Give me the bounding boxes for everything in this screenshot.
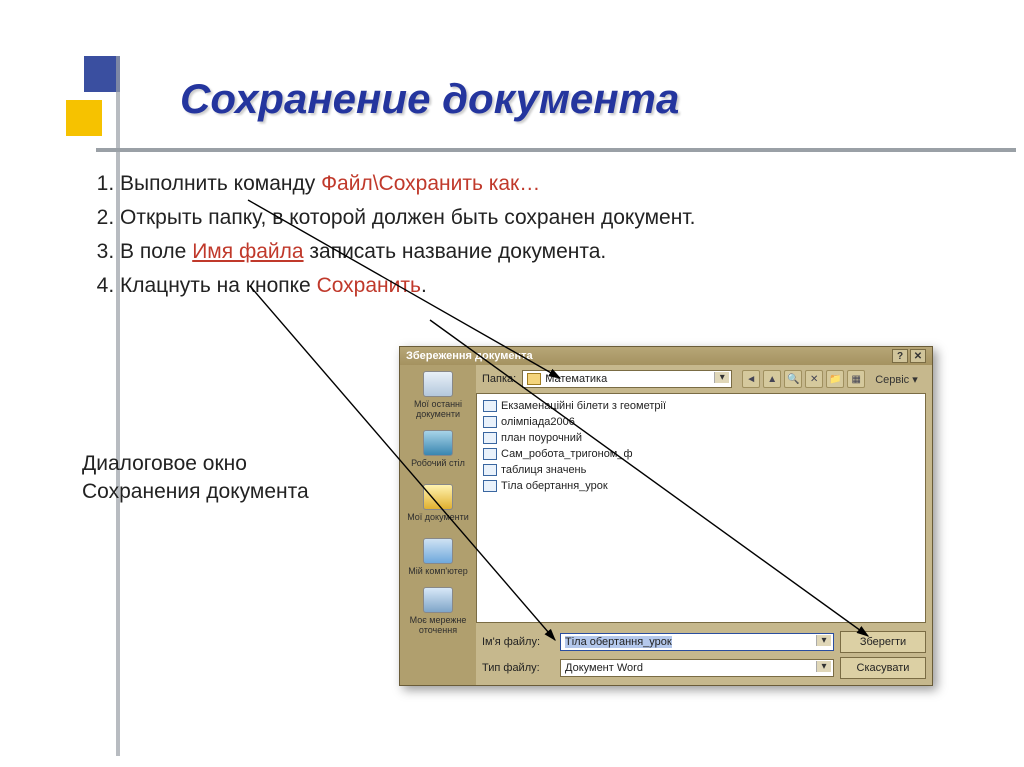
slide-decoration [36, 56, 126, 146]
desktop-icon [423, 430, 453, 456]
network-icon [423, 587, 453, 613]
filetype-label: Тип файлу: [482, 662, 554, 674]
filetype-combo[interactable]: Документ Word [560, 659, 834, 677]
dialog-bottom: Ім'я файлу: Тіла обертання_урок Зберегти… [476, 627, 932, 685]
filename-label: Ім'я файлу: [482, 636, 554, 648]
search-icon[interactable]: 🔍 [784, 370, 802, 388]
tools-menu[interactable]: Сервіс ▾ [875, 373, 918, 386]
recent-icon [423, 371, 453, 397]
word-doc-icon [483, 416, 497, 428]
folder-label: Папка: [482, 373, 516, 385]
list-item[interactable]: Сам_робота_тригоном_ф [483, 446, 919, 462]
list-item[interactable]: олімпіада2006 [483, 414, 919, 430]
dialog-toolbar: Папка: Математика ◄ ▲ 🔍 ✕ 📁 ▦ Сервіс ▾ [476, 365, 932, 393]
step-1: Выполнить команду Файл\Сохранить как… [120, 172, 900, 196]
cancel-button[interactable]: Скасувати [840, 657, 926, 679]
new-folder-icon[interactable]: 📁 [826, 370, 844, 388]
dialog-titlebar: Збереження документа ? ✕ [400, 347, 932, 365]
list-item[interactable]: план поурочний [483, 430, 919, 446]
computer-icon [423, 538, 453, 564]
slide-title: Сохранение документа [180, 75, 679, 123]
step-3: В поле Имя файла записать название докум… [120, 240, 900, 264]
up-icon[interactable]: ▲ [763, 370, 781, 388]
save-dialog: Збереження документа ? ✕ Мої останні док… [399, 346, 933, 686]
sidebar-item-desktop[interactable]: Робочий стіл [404, 423, 472, 475]
list-item[interactable]: Екзаменаційні білети з геометрії [483, 398, 919, 414]
places-sidebar: Мої останні документи Робочий стіл Мої д… [400, 365, 476, 685]
sidebar-item-documents[interactable]: Мої документи [404, 477, 472, 529]
list-item[interactable]: Тіла обертання_урок [483, 478, 919, 494]
word-doc-icon [483, 480, 497, 492]
word-doc-icon [483, 400, 497, 412]
folder-combo[interactable]: Математика [522, 370, 732, 388]
views-icon[interactable]: ▦ [847, 370, 865, 388]
sidebar-item-network[interactable]: Моє мережне оточення [404, 585, 472, 637]
word-doc-icon [483, 448, 497, 460]
save-button[interactable]: Зберегти [840, 631, 926, 653]
step-2: Открыть папку, в которой должен быть сох… [120, 206, 900, 230]
file-list[interactable]: Екзаменаційні білети з геометрії олімпіа… [476, 393, 926, 623]
close-icon[interactable]: ✕ [910, 349, 926, 363]
back-icon[interactable]: ◄ [742, 370, 760, 388]
documents-icon [423, 484, 453, 510]
list-item[interactable]: таблиця значень [483, 462, 919, 478]
word-doc-icon [483, 432, 497, 444]
step-4: Клацнуть на кнопке Сохранить. [120, 274, 900, 298]
word-doc-icon [483, 464, 497, 476]
folder-icon [527, 373, 541, 385]
delete-icon[interactable]: ✕ [805, 370, 823, 388]
sidebar-item-recent[interactable]: Мої останні документи [404, 369, 472, 421]
help-icon[interactable]: ? [892, 349, 908, 363]
sidebar-item-computer[interactable]: Мій комп'ютер [404, 531, 472, 583]
dialog-title-text: Збереження документа [406, 350, 533, 362]
steps-list: Выполнить команду Файл\Сохранить как… От… [80, 172, 900, 308]
filename-input[interactable]: Тіла обертання_урок [560, 633, 834, 651]
dialog-caption: Диалоговое окно Сохранения документа [82, 450, 309, 507]
